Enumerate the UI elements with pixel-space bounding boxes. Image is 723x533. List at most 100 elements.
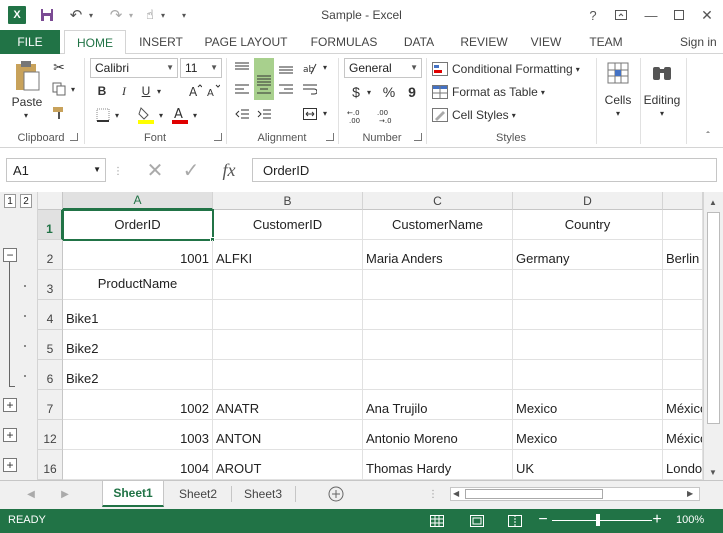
table-cell[interactable]: México (663, 390, 703, 420)
table-cell[interactable]: 1001 (63, 240, 213, 270)
collapse-group-button[interactable]: − (3, 248, 17, 262)
name-box[interactable]: A1 ▼ (6, 158, 106, 182)
fill-color-dropdown-icon[interactable]: ▾ (156, 109, 166, 121)
insert-function-button[interactable]: fx (212, 158, 246, 182)
scroll-up-icon[interactable]: ▲ (709, 198, 717, 207)
zoom-slider-thumb[interactable] (596, 514, 600, 526)
borders-dropdown-icon[interactable]: ▾ (112, 109, 122, 121)
next-sheet-icon[interactable]: ▶ (58, 487, 72, 501)
column-header-b[interactable]: B (213, 192, 363, 210)
table-cell[interactable] (513, 300, 663, 330)
cancel-entry-icon[interactable]: ✕ (140, 158, 170, 182)
underline-dropdown-icon[interactable]: ▾ (154, 84, 164, 98)
table-cell[interactable] (363, 270, 513, 300)
table-cell[interactable]: London (663, 450, 703, 480)
align-right-icon[interactable] (276, 80, 296, 100)
number-format-select[interactable]: General ▼ (344, 58, 422, 78)
table-cell[interactable]: CustomerName (363, 210, 513, 240)
collapse-ribbon-icon[interactable]: ˆ (700, 130, 716, 142)
table-cell[interactable] (663, 360, 703, 390)
alignment-launcher-icon[interactable] (326, 133, 334, 141)
orientation-icon[interactable]: ab (300, 58, 320, 78)
table-cell[interactable] (663, 330, 703, 360)
row-header[interactable]: 5 (38, 330, 63, 360)
table-cell[interactable]: Maria Anders (363, 240, 513, 270)
table-cell[interactable] (213, 270, 363, 300)
font-color-icon[interactable]: A (170, 104, 190, 126)
row-header[interactable]: 3 (38, 270, 63, 300)
cell-styles-button[interactable]: Cell Styles ▾ (432, 106, 532, 124)
paste-button[interactable]: Paste (8, 94, 46, 110)
row-header[interactable]: 7 (38, 390, 63, 420)
table-cell[interactable] (513, 270, 663, 300)
help-button[interactable]: ? (580, 4, 606, 26)
table-cell[interactable] (513, 330, 663, 360)
expand-group-button[interactable]: + (3, 398, 17, 412)
underline-button[interactable]: U (138, 82, 154, 100)
table-cell[interactable] (663, 210, 703, 240)
table-cell[interactable] (663, 300, 703, 330)
table-cell[interactable]: Mexico (513, 390, 663, 420)
new-sheet-icon[interactable] (326, 484, 346, 504)
cells-dropdown-icon[interactable]: ▾ (612, 108, 624, 118)
table-cell[interactable] (363, 360, 513, 390)
binoculars-icon[interactable] (648, 58, 676, 88)
scroll-left-icon[interactable]: ◀ (453, 489, 459, 498)
horizontal-scrollbar[interactable]: ◀ ▶ (450, 487, 700, 501)
table-cell[interactable]: ANATR (213, 390, 363, 420)
scroll-right-icon[interactable]: ▶ (687, 489, 693, 498)
row-header[interactable]: 6 (38, 360, 63, 390)
table-cell[interactable]: Bike1 (63, 300, 213, 330)
sheet-tab-sheet1[interactable]: Sheet1 (102, 481, 164, 507)
merge-center-icon[interactable] (300, 104, 320, 124)
number-launcher-icon[interactable] (414, 133, 422, 141)
confirm-entry-icon[interactable]: ✓ (176, 158, 206, 182)
tab-review[interactable]: REVIEW (454, 30, 514, 54)
sign-in-link[interactable]: Sign in (680, 30, 723, 54)
increase-indent-icon[interactable] (254, 104, 274, 124)
table-cell[interactable]: ANTON (213, 420, 363, 450)
copy-dropdown-icon[interactable]: ▾ (68, 84, 78, 94)
table-cell[interactable]: ProductName (63, 270, 213, 300)
table-cell[interactable] (363, 330, 513, 360)
table-cell[interactable] (213, 330, 363, 360)
clipboard-launcher-icon[interactable] (70, 133, 78, 141)
formula-input[interactable]: OrderID (252, 158, 717, 182)
table-cell[interactable]: Bike2 (63, 360, 213, 390)
align-center-icon[interactable] (254, 80, 274, 100)
conditional-formatting-button[interactable]: Conditional Formatting ▾ (432, 60, 592, 78)
increase-decimal-icon[interactable]: ←.0.00 (346, 106, 368, 126)
select-all-button[interactable] (38, 192, 63, 210)
format-painter-icon[interactable] (50, 104, 68, 122)
page-break-view-icon[interactable] (506, 513, 524, 529)
zoom-in-icon[interactable]: + (650, 511, 664, 528)
table-cell[interactable] (513, 360, 663, 390)
table-cell[interactable]: 1002 (63, 390, 213, 420)
zoom-level[interactable]: 100% (676, 514, 704, 526)
table-cell[interactable]: Berlin (663, 240, 703, 270)
table-cell[interactable]: Bike2 (63, 330, 213, 360)
formula-bar-handle-icon[interactable]: ⋮ (113, 166, 123, 177)
table-cell[interactable] (363, 300, 513, 330)
currency-button[interactable]: $ (348, 82, 364, 102)
column-header-c[interactable]: C (363, 192, 513, 210)
table-cell[interactable]: 1004 (63, 450, 213, 480)
editing-dropdown-icon[interactable]: ▾ (656, 108, 668, 118)
minimize-icon[interactable]: — (638, 4, 664, 26)
expand-group-button[interactable]: + (3, 458, 17, 472)
paste-icon[interactable] (10, 58, 44, 94)
tab-home[interactable]: HOME (64, 30, 126, 55)
copy-icon[interactable] (50, 80, 68, 98)
row-header[interactable]: 1 (38, 210, 63, 240)
cells-button[interactable]: Cells (598, 92, 638, 108)
align-bottom-icon[interactable] (276, 58, 296, 78)
vertical-scrollbar[interactable]: ▲ ▼ (703, 192, 723, 480)
font-grow-icon[interactable]: A (188, 82, 202, 100)
row-header[interactable]: 2 (38, 240, 63, 270)
outline-level-2-button[interactable]: 2 (20, 194, 32, 208)
cells-icon[interactable] (604, 58, 632, 88)
table-cell[interactable]: Ana Trujilo (363, 390, 513, 420)
currency-dropdown-icon[interactable]: ▾ (364, 86, 374, 98)
ribbon-display-icon[interactable] (608, 4, 634, 26)
maximize-icon[interactable] (666, 4, 692, 26)
